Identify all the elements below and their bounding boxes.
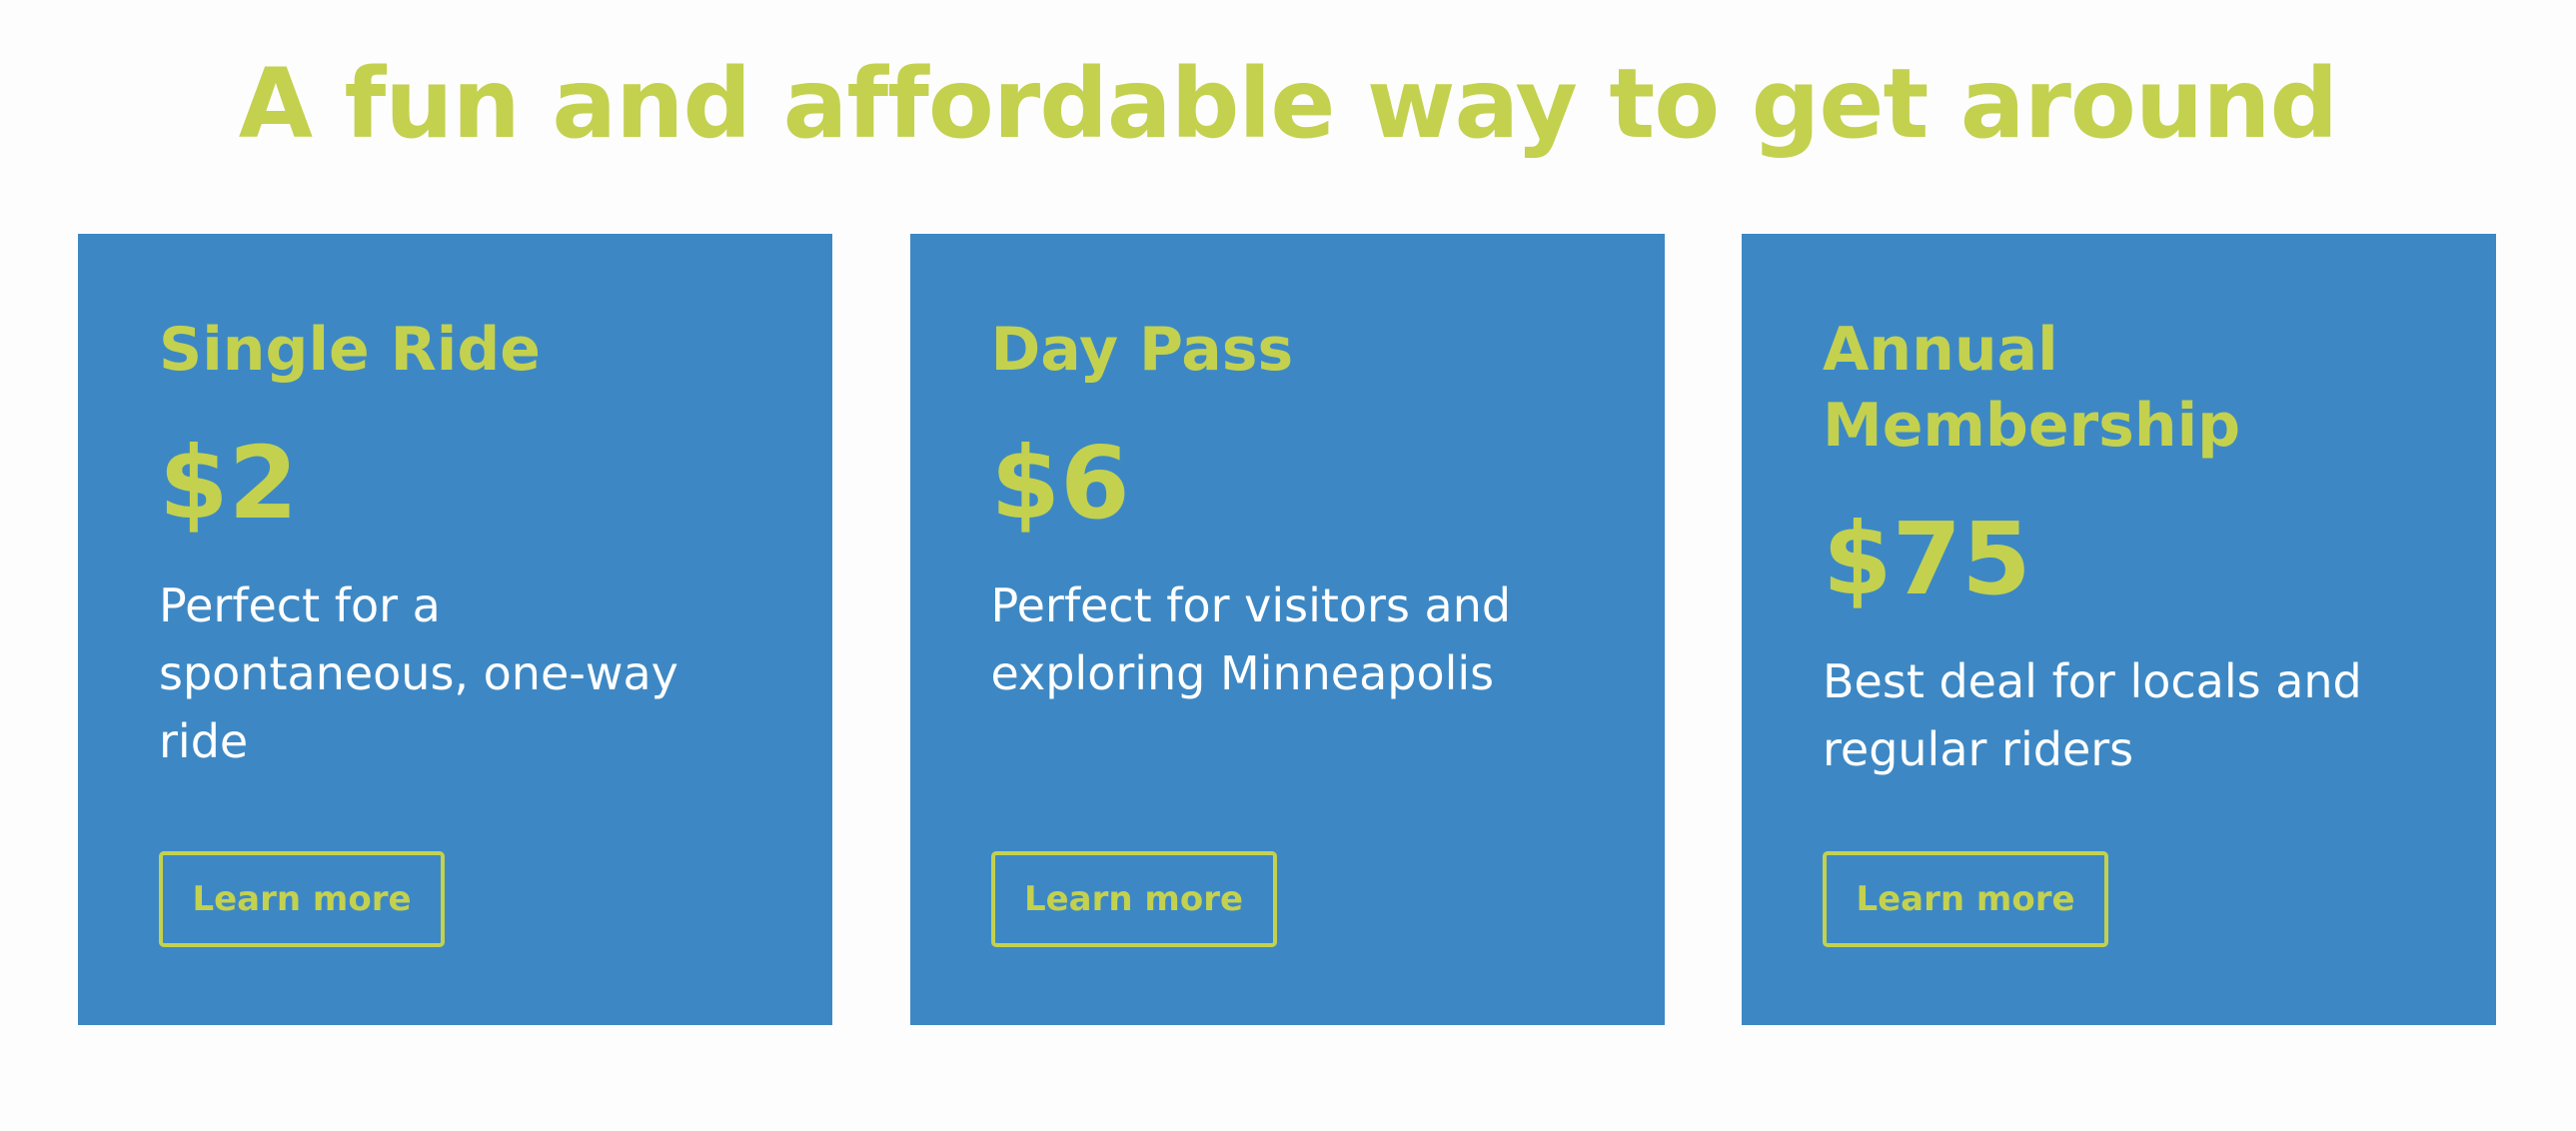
plan-name: Annual Membership xyxy=(1823,315,2241,461)
plan-name: Day Pass xyxy=(990,315,1294,385)
plan-description: Perfect for a spontaneous, one-way ride xyxy=(159,578,678,768)
plan-description: Perfect for visitors and exploring Minne… xyxy=(990,578,1512,700)
plan-price: $75 xyxy=(1823,501,2031,617)
plan-price: $2 xyxy=(159,425,299,542)
learn-more-button-day-pass[interactable]: Learn more xyxy=(990,851,1277,947)
plan-card-day-pass: Day Pass $6 Perfect for visitors and exp… xyxy=(909,234,1665,1025)
plan-card-annual-membership: Annual Membership $75 Best deal for loca… xyxy=(1742,234,2496,1025)
pricing-cards: Single Ride $2 Perfect for a spontaneous… xyxy=(78,234,2496,1025)
plan-name: Single Ride xyxy=(159,315,542,385)
plan-description: Best deal for locals and regular riders xyxy=(1823,654,2362,776)
page-title: A fun and affordable way to get around xyxy=(238,48,2339,160)
learn-more-button-single-ride[interactable]: Learn more xyxy=(159,851,445,947)
plan-price: $6 xyxy=(990,425,1130,542)
learn-more-button-annual-membership[interactable]: Learn more xyxy=(1823,851,2108,947)
plan-card-single-ride: Single Ride $2 Perfect for a spontaneous… xyxy=(78,234,832,1025)
